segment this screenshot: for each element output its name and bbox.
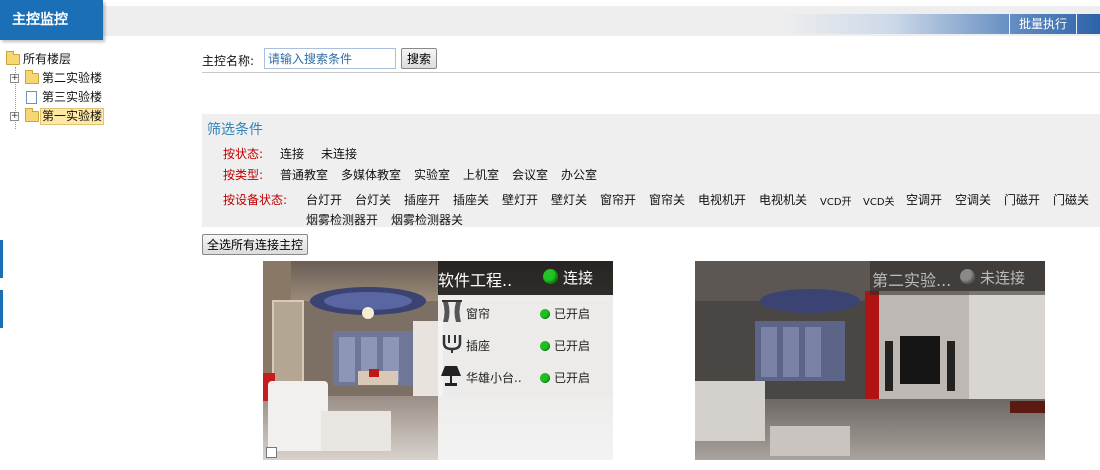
device-state: 已开启 (554, 307, 591, 321)
filter-device-option[interactable]: VCD关 (863, 193, 895, 208)
filter-device-label: 按设备状态: (223, 193, 288, 207)
filter-device-option[interactable]: 烟雾检测器关 (391, 211, 463, 228)
filter-type-option[interactable]: 实验室 (414, 166, 450, 183)
tree-item-label: 第三实验楼 (42, 90, 103, 104)
edge-marker (0, 240, 3, 278)
device-state: 已开启 (554, 339, 591, 353)
filter-device-option[interactable]: 门磁关 (1053, 191, 1089, 208)
device-on-icon (540, 373, 550, 383)
filter-type-option[interactable]: 上机室 (463, 166, 499, 183)
card-select-checkbox[interactable] (266, 447, 277, 458)
tree-item-building-1[interactable]: + 第一实验楼 (4, 107, 194, 126)
filter-type-option[interactable]: 会议室 (512, 166, 548, 183)
edge-marker (0, 290, 3, 328)
filter-device-option[interactable]: 窗帘关 (649, 191, 685, 208)
search-label: 主控名称: (202, 54, 255, 68)
filter-type-option[interactable]: 普通教室 (280, 166, 328, 183)
card-name: 软件工程.. (438, 271, 513, 290)
card-status: 连接 (563, 269, 594, 287)
lamp-icon (441, 366, 461, 386)
batch-execute-button[interactable]: 批量执行 (1009, 14, 1077, 34)
filter-device-option[interactable]: 门磁开 (1004, 191, 1040, 208)
curtain-icon (442, 300, 462, 322)
device-on-icon (540, 309, 550, 319)
page-title: 主控监控 (0, 0, 103, 40)
tree-root-label: 所有楼层 (23, 52, 72, 66)
controller-card[interactable]: 第二实验... 未连接 (695, 261, 1045, 460)
filter-device-option[interactable]: 壁灯开 (502, 191, 538, 208)
socket-icon (442, 335, 462, 353)
search-input[interactable] (264, 48, 396, 69)
search-button[interactable]: 搜索 (401, 48, 437, 69)
device-name: 窗帘 (466, 307, 491, 321)
filter-device-option[interactable]: 电视机开 (698, 191, 746, 208)
filter-device-option[interactable]: 插座关 (453, 191, 489, 208)
document-icon (26, 91, 37, 104)
status-disconnected-icon (960, 269, 975, 284)
folder-icon (25, 108, 39, 122)
filter-device-option[interactable]: 壁灯关 (551, 191, 587, 208)
card-name: 第二实验... (872, 271, 952, 290)
filter-device-option[interactable]: 台灯关 (355, 191, 391, 208)
device-row[interactable]: 窗帘 已开启 (438, 298, 613, 326)
filter-device-option[interactable]: VCD开 (820, 193, 852, 208)
device-row[interactable]: 华雄小台.. 已开启 (438, 362, 613, 390)
expand-plus-icon[interactable]: + (10, 74, 19, 83)
device-panel: 窗帘 已开启 插座 已开启 华雄小台.. 已开启 (438, 295, 613, 460)
tree-item-building-2[interactable]: + 第二实验楼 (4, 69, 194, 88)
tree-root[interactable]: 所有楼层 (4, 50, 194, 69)
folder-icon (25, 70, 39, 84)
filter-device-option[interactable]: 空调开 (906, 191, 942, 208)
filter-type-option[interactable]: 多媒体教室 (341, 166, 401, 183)
filter-title: 筛选条件 (207, 122, 263, 138)
device-name: 插座 (466, 339, 491, 353)
device-on-icon (540, 341, 550, 351)
device-name: 华雄小台.. (466, 371, 522, 385)
device-row[interactable]: 插座 已开启 (438, 330, 613, 358)
tree-item-label: 第一实验楼 (40, 108, 105, 125)
filter-panel: 筛选条件 按状态: 连接 未连接 按类型: 普通教室 多媒体教室 实验室 上机室… (202, 114, 1100, 227)
filter-device-option[interactable]: 空调关 (955, 191, 991, 208)
filter-device-option[interactable]: 插座开 (404, 191, 440, 208)
expand-plus-icon[interactable]: + (10, 112, 19, 121)
status-connected-icon (543, 269, 558, 284)
card-status: 未连接 (980, 269, 1026, 287)
filter-device-option[interactable]: 窗帘开 (600, 191, 636, 208)
tree-item-label: 第二实验楼 (42, 71, 103, 85)
filter-status-option[interactable]: 连接 (280, 145, 304, 162)
select-all-connected-button[interactable]: 全选所有连接主控 (202, 234, 308, 255)
filter-status-option[interactable]: 未连接 (321, 145, 357, 162)
filter-device-option[interactable]: 烟雾检测器开 (306, 211, 378, 228)
tree-item-building-3[interactable]: 第三实验楼 (4, 88, 194, 107)
building-tree: 所有楼层 + 第二实验楼 第三实验楼 + 第一实验楼 (4, 50, 194, 129)
folder-open-icon (6, 51, 20, 65)
divider (202, 72, 1100, 73)
filter-type-option[interactable]: 办公室 (561, 166, 597, 183)
filter-type-label: 按类型: (223, 168, 264, 182)
controller-card[interactable]: 软件工程.. 连接 窗帘 已开启 插座 已开启 华雄小台.. 已开启 (263, 261, 613, 460)
device-state: 已开启 (554, 371, 591, 385)
filter-device-option[interactable]: 电视机关 (759, 191, 807, 208)
filter-device-option[interactable]: 台灯开 (306, 191, 342, 208)
filter-status-label: 按状态: (223, 147, 264, 161)
